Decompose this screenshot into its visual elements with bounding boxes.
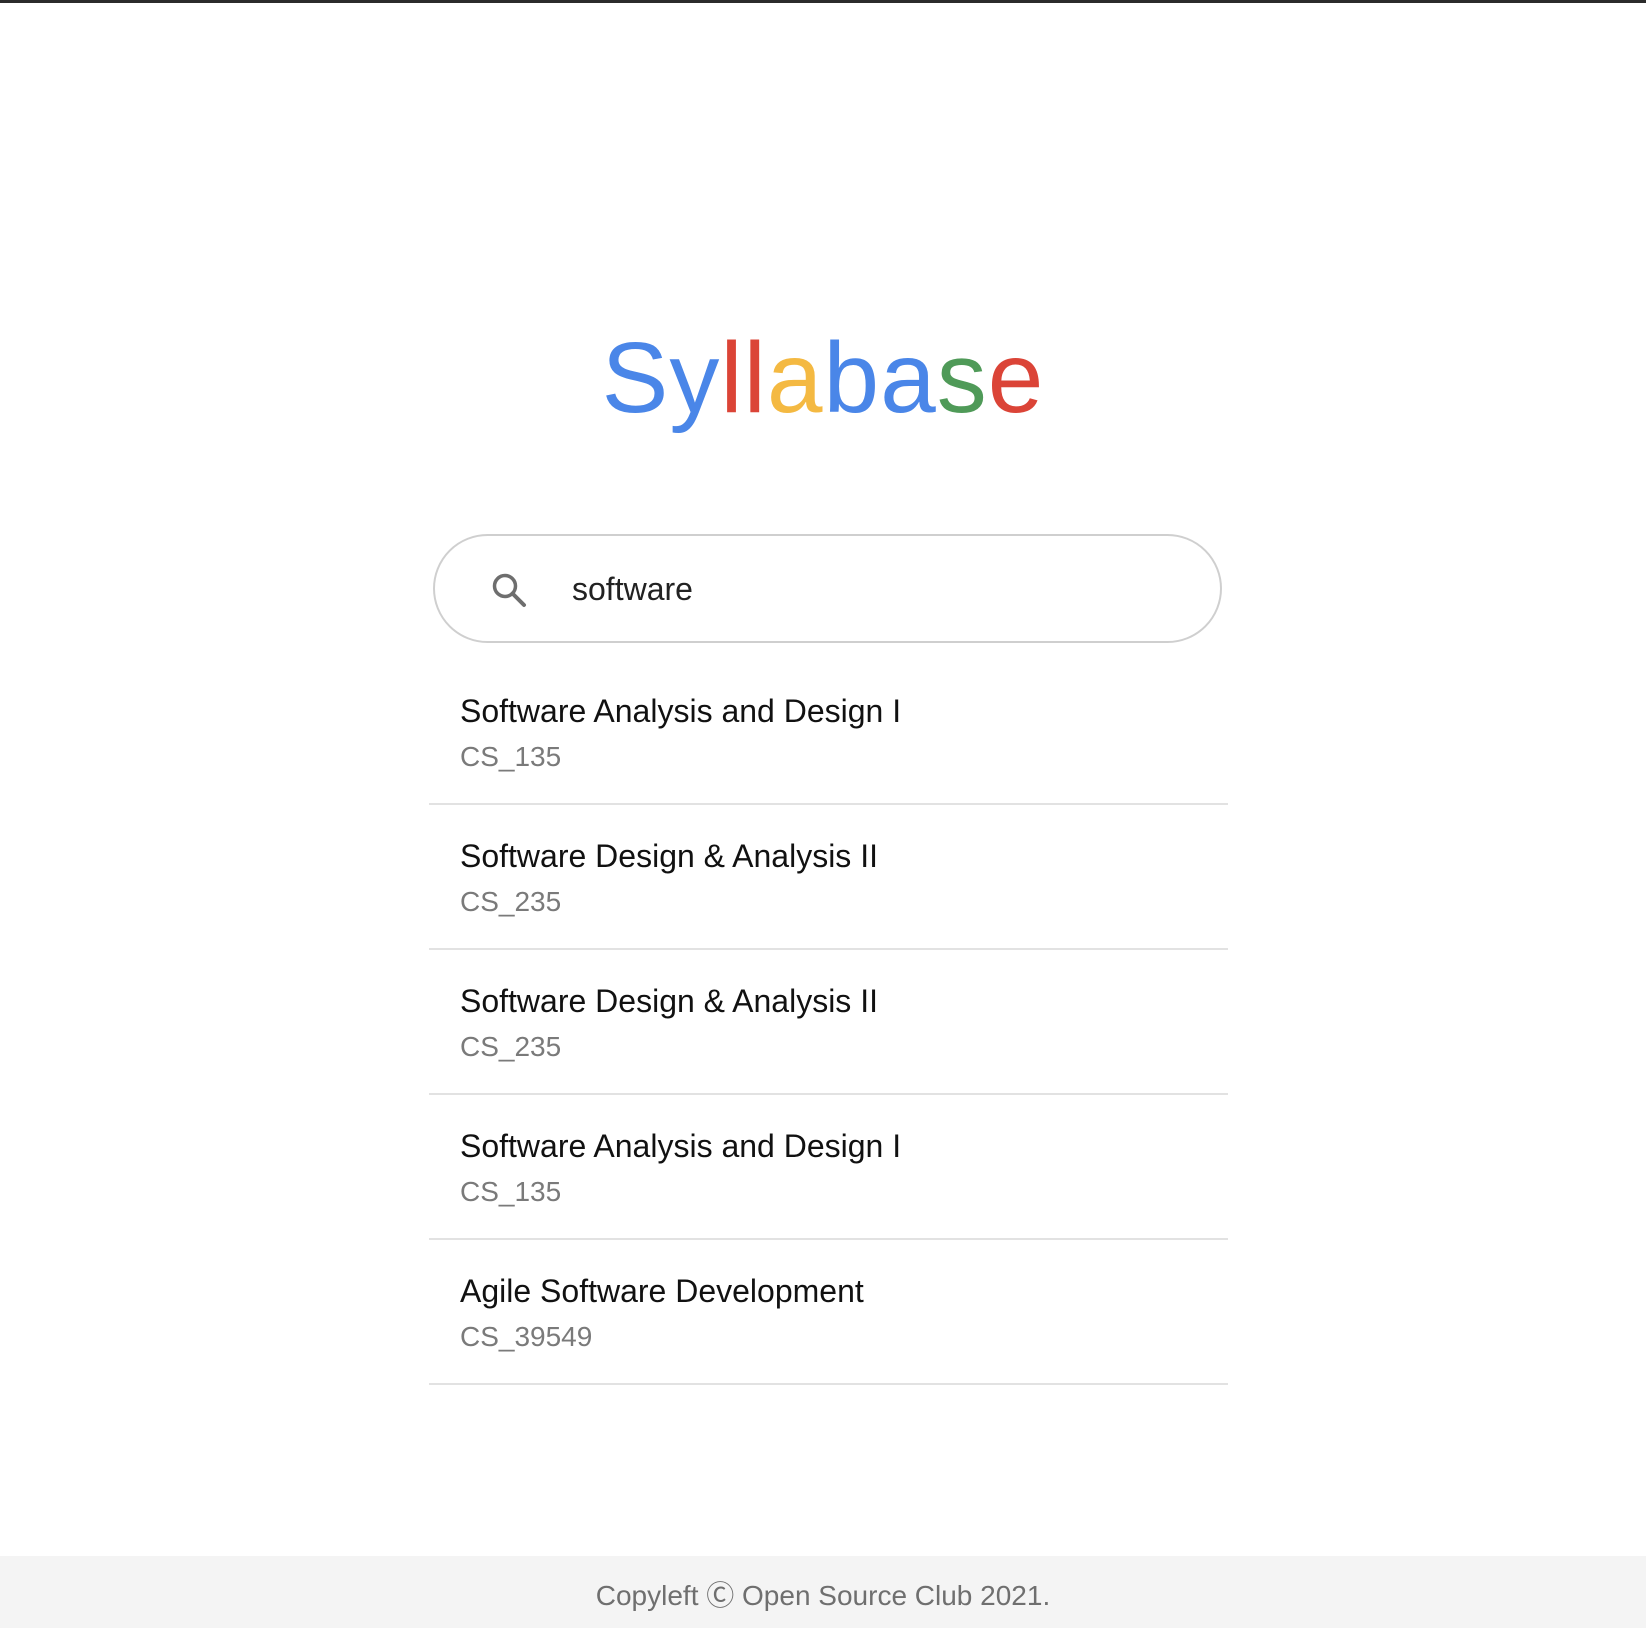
logo-letter: l: [743, 322, 767, 434]
logo-letter: a: [880, 322, 937, 434]
result-title[interactable]: Software Design & Analysis II: [460, 838, 878, 875]
logo-letter: e: [987, 322, 1045, 434]
footer-text: Copyleft Ⓒ Open Source Club 2021.: [595, 1580, 1051, 1611]
logo-letter: l: [720, 322, 744, 434]
result-item[interactable]: Software Analysis and Design I CS_135: [429, 660, 1228, 805]
search-icon[interactable]: [490, 571, 528, 609]
search-input[interactable]: [572, 558, 1172, 620]
logo-letter: y: [669, 322, 721, 434]
result-title[interactable]: Software Design & Analysis II: [460, 983, 878, 1020]
result-code: CS_135: [460, 1176, 562, 1207]
result-item[interactable]: Software Design & Analysis II CS_235: [429, 805, 1228, 950]
logo: Syllabase: [0, 318, 1646, 438]
top-border: [0, 0, 1646, 3]
result-item[interactable]: Software Analysis and Design I CS_135: [429, 1095, 1228, 1240]
logo-letter: S: [601, 322, 670, 434]
result-code: CS_235: [460, 1031, 562, 1062]
result-code: CS_135: [460, 741, 562, 772]
search-box[interactable]: [433, 534, 1222, 643]
results-list: Software Analysis and Design I CS_135 So…: [429, 660, 1228, 1385]
logo-letter: s: [936, 322, 988, 434]
result-code: CS_235: [460, 886, 562, 917]
logo-letter: b: [823, 322, 881, 434]
logo-letter: a: [766, 322, 824, 434]
result-item[interactable]: Software Design & Analysis II CS_235: [429, 950, 1228, 1095]
footer: Copyleft Ⓒ Open Source Club 2021.: [0, 1556, 1646, 1628]
result-item[interactable]: Agile Software Development CS_39549: [429, 1240, 1228, 1385]
result-title[interactable]: Agile Software Development: [460, 1273, 864, 1310]
page: Syllabase Software Analysis and Design I…: [0, 0, 1646, 1628]
result-code: CS_39549: [460, 1321, 593, 1352]
result-title[interactable]: Software Analysis and Design I: [460, 1128, 901, 1165]
result-title[interactable]: Software Analysis and Design I: [460, 693, 901, 730]
